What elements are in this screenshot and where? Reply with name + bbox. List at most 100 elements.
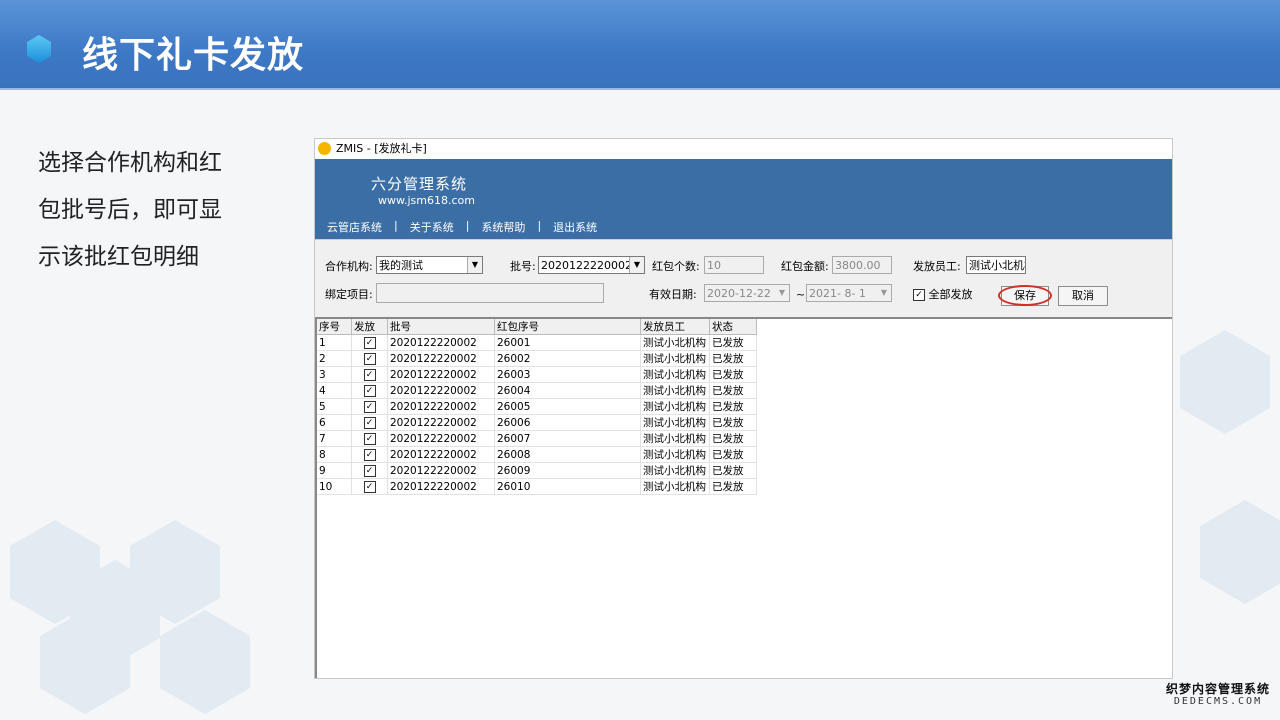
menu-separator: | <box>465 219 470 232</box>
menu-item-store-system[interactable]: 云管店系统 <box>327 219 382 235</box>
checkbox-check-icon[interactable]: ✓ <box>363 368 376 381</box>
row-issue-checkbox[interactable]: ✓ <box>351 366 388 383</box>
date-to-picker[interactable]: 2021- 8- 1 ▼ <box>806 284 892 302</box>
batch-select[interactable]: 2020122220002 ▼ <box>538 256 645 274</box>
table-row[interactable]: 2 ✓ 2020122220002 26002 测试小北机构 已发放 <box>317 350 757 367</box>
count-label: 红包个数: <box>652 260 700 273</box>
table-row[interactable]: 9 ✓ 2020122220002 26009 测试小北机构 已发放 <box>317 462 757 479</box>
checkbox-check-icon[interactable]: ✓ <box>363 400 376 413</box>
checkbox-check-icon[interactable]: ✓ <box>363 384 376 397</box>
cell-seq: 26005 <box>494 398 641 415</box>
all-issue-checkbox[interactable]: ✓ 全部发放 <box>913 288 973 302</box>
checkbox-check-icon[interactable]: ✓ <box>363 336 376 349</box>
cell-seq: 26008 <box>494 446 641 463</box>
row-issue-checkbox[interactable]: ✓ <box>351 462 388 479</box>
cell-seq: 26001 <box>494 334 641 351</box>
batch-value: 2020122220002 <box>541 259 632 272</box>
row-issue-checkbox[interactable]: ✓ <box>351 478 388 495</box>
cell-batch: 2020122220002 <box>387 382 495 399</box>
cell-seq: 26007 <box>494 430 641 447</box>
save-button[interactable]: 保存 <box>1001 286 1049 306</box>
table-row[interactable]: 4 ✓ 2020122220002 26004 测试小北机构 已发放 <box>317 382 757 399</box>
bg-hexagon <box>1180 330 1270 434</box>
cell-staff: 测试小北机构 <box>640 446 710 463</box>
partner-value: 我的测试 <box>379 259 423 272</box>
card-detail-grid: 序号 发放 批号 红包序号 发放员工 状态 1 ✓ 2020122220002 260… <box>315 317 1172 678</box>
cell-batch: 2020122220002 <box>387 366 495 383</box>
app-banner: 六分管理系统 www.jsm618.com 云管店系统 | 关于系统 | 系统帮… <box>315 159 1172 239</box>
checkbox-check-icon[interactable]: ✓ <box>363 480 376 493</box>
chevron-down-icon[interactable]: ▼ <box>467 257 482 273</box>
cell-batch: 2020122220002 <box>387 446 495 463</box>
cell-status: 已发放 <box>709 446 757 463</box>
system-url: www.jsm618.com <box>378 194 475 207</box>
cell-no: 7 <box>317 430 352 447</box>
table-row[interactable]: 5 ✓ 2020122220002 26005 测试小北机构 已发放 <box>317 398 757 415</box>
cell-status: 已发放 <box>709 414 757 431</box>
slide-title: 线下礼卡发放 <box>82 35 305 76</box>
table-header-row: 序号 发放 批号 红包序号 发放员工 状态 <box>317 319 757 335</box>
cell-no: 5 <box>317 398 352 415</box>
cell-staff: 测试小北机构 <box>640 462 710 479</box>
cell-seq: 26002 <box>494 350 641 367</box>
col-header-no[interactable]: 序号 <box>317 319 352 335</box>
checkbox-check-icon[interactable]: ✓ <box>913 289 925 301</box>
slide-description: 选择合作机构和红包批号后，即可显示该批红包明细 <box>38 150 222 270</box>
cancel-button[interactable]: 取消 <box>1058 286 1108 306</box>
row-issue-checkbox[interactable]: ✓ <box>351 398 388 415</box>
staff-label: 发放员工: <box>913 260 961 273</box>
checkbox-check-icon[interactable]: ✓ <box>363 352 376 365</box>
checkbox-check-icon[interactable]: ✓ <box>363 448 376 461</box>
table-row[interactable]: 7 ✓ 2020122220002 26007 测试小北机构 已发放 <box>317 430 757 447</box>
menu-item-help[interactable]: 系统帮助 <box>481 219 525 235</box>
bg-hexagon <box>160 610 250 714</box>
checkbox-check-icon[interactable]: ✓ <box>363 432 376 445</box>
menu-item-about[interactable]: 关于系统 <box>410 219 454 235</box>
row-issue-checkbox[interactable]: ✓ <box>351 334 388 351</box>
calendar-icon[interactable]: ▼ <box>877 285 891 301</box>
cell-no: 4 <box>317 382 352 399</box>
cell-no: 8 <box>317 446 352 463</box>
cell-status: 已发放 <box>709 334 757 351</box>
checkbox-check-icon[interactable]: ✓ <box>363 416 376 429</box>
cell-status: 已发放 <box>709 398 757 415</box>
date-from-picker[interactable]: 2020-12-22 ▼ <box>704 284 790 302</box>
cell-batch: 2020122220002 <box>387 478 495 495</box>
partner-select[interactable]: 我的测试 ▼ <box>376 256 483 274</box>
staff-field[interactable]: 测试小北机构 <box>966 256 1026 274</box>
col-header-issue[interactable]: 发放 <box>351 319 388 335</box>
table-row[interactable]: 3 ✓ 2020122220002 26003 测试小北机构 已发放 <box>317 366 757 383</box>
row-issue-checkbox[interactable]: ✓ <box>351 350 388 367</box>
row-issue-checkbox[interactable]: ✓ <box>351 446 388 463</box>
col-header-staff[interactable]: 发放员工 <box>640 319 710 335</box>
checkbox-check-icon[interactable]: ✓ <box>363 464 376 477</box>
cell-batch: 2020122220002 <box>387 350 495 367</box>
col-header-batch[interactable]: 批号 <box>387 319 495 335</box>
cell-no: 9 <box>317 462 352 479</box>
cell-no: 10 <box>317 478 352 495</box>
row-issue-checkbox[interactable]: ✓ <box>351 430 388 447</box>
table-row[interactable]: 10 ✓ 2020122220002 26010 测试小北机构 已发放 <box>317 478 757 495</box>
col-header-seq[interactable]: 红包序号 <box>494 319 641 335</box>
window-titlebar: ZMIS - [发放礼卡] <box>315 139 1172 159</box>
amount-field: 3800.00 <box>832 256 892 274</box>
table-row[interactable]: 8 ✓ 2020122220002 26008 测试小北机构 已发放 <box>317 446 757 463</box>
table-row[interactable]: 6 ✓ 2020122220002 26006 测试小北机构 已发放 <box>317 414 757 431</box>
main-menu: 云管店系统 | 关于系统 | 系统帮助 | 退出系统 <box>327 219 597 235</box>
row-issue-checkbox[interactable]: ✓ <box>351 382 388 399</box>
detail-table: 序号 发放 批号 红包序号 发放员工 状态 1 ✓ 2020122220002 260… <box>317 319 757 495</box>
table-row[interactable]: 1 ✓ 2020122220002 26001 测试小北机构 已发放 <box>317 334 757 351</box>
cell-staff: 测试小北机构 <box>640 478 710 495</box>
cell-seq: 26006 <box>494 414 641 431</box>
chevron-down-icon[interactable]: ▼ <box>629 257 644 273</box>
col-header-status[interactable]: 状态 <box>709 319 757 335</box>
calendar-icon[interactable]: ▼ <box>775 285 789 301</box>
bind-project-field[interactable] <box>376 283 604 303</box>
menu-item-exit[interactable]: 退出系统 <box>553 219 597 235</box>
batch-label: 批号: <box>510 260 536 273</box>
bind-project-label: 绑定项目: <box>325 288 373 301</box>
cell-no: 6 <box>317 414 352 431</box>
cell-status: 已发放 <box>709 350 757 367</box>
issue-form: 合作机构: 我的测试 ▼ 批号: 2020122220002 ▼ 红包个数: 1… <box>315 239 1172 318</box>
row-issue-checkbox[interactable]: ✓ <box>351 414 388 431</box>
